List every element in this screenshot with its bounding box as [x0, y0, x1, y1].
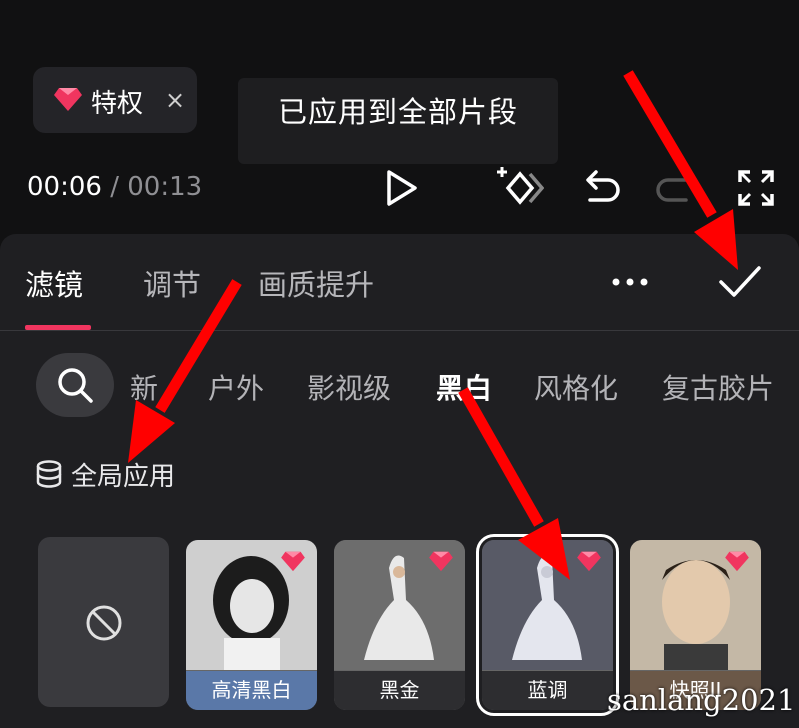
layers-icon: [36, 460, 62, 488]
category-new[interactable]: 新: [130, 367, 180, 407]
category-outdoor[interactable]: 户外: [208, 367, 264, 407]
none-icon: [86, 605, 122, 641]
filter-label: 黑金: [334, 671, 465, 710]
check-icon[interactable]: [717, 258, 763, 304]
more-icon[interactable]: [610, 272, 650, 292]
player-bar: 00:06 / 00:13: [0, 160, 799, 232]
privilege-label: 特权: [91, 89, 144, 119]
tab-divider: [0, 330, 799, 331]
undo-icon[interactable]: [576, 164, 624, 212]
total-time: 00:13: [127, 172, 203, 202]
toast: 已应用到全部片段: [238, 78, 558, 164]
global-apply-label: 全局应用: [71, 462, 176, 492]
time-display: 00:06 / 00:13: [27, 172, 202, 202]
time-separator: /: [110, 172, 119, 202]
filter-label: 蓝调: [482, 671, 613, 710]
filter-card-black-gold[interactable]: 黑金: [334, 540, 465, 710]
premium-gem-icon: [577, 551, 601, 572]
category-retro-film[interactable]: 复古胶片: [662, 367, 774, 407]
tab-quality-enhance[interactable]: 画质提升: [258, 262, 374, 304]
filter-card-blue-tone[interactable]: 蓝调: [476, 534, 619, 716]
current-time: 00:06: [27, 172, 102, 202]
tab-adjust[interactable]: 调节: [143, 262, 201, 304]
watermark: sanlang2021: [607, 683, 796, 717]
filter-none[interactable]: [38, 537, 169, 707]
premium-gem-icon: [429, 551, 453, 572]
search-button[interactable]: [36, 353, 114, 417]
filter-panel: 滤镜 调节 画质提升 新 户外 影视级 黑白 风格化 复古胶片 全局应用 高清黑…: [0, 234, 799, 728]
fullscreen-icon[interactable]: [732, 164, 780, 212]
premium-gem-icon: [725, 551, 749, 572]
category-cinematic[interactable]: 影视级: [307, 367, 391, 407]
tab-filters[interactable]: 滤镜: [25, 262, 83, 304]
gem-icon: [54, 88, 82, 111]
privilege-chip[interactable]: 特权 ×: [33, 67, 197, 133]
search-icon: [58, 368, 93, 403]
filter-label: 高清黑白: [186, 671, 317, 710]
premium-gem-icon: [281, 551, 305, 572]
category-black-white[interactable]: 黑白: [436, 367, 492, 407]
category-stylized[interactable]: 风格化: [534, 367, 618, 407]
redo-icon[interactable]: [652, 164, 700, 212]
play-icon[interactable]: [378, 164, 426, 212]
close-icon[interactable]: ×: [165, 86, 185, 114]
keyframe-icon[interactable]: [496, 164, 544, 212]
toast-text: 已应用到全部片段: [278, 95, 519, 129]
filter-card-hd-bw[interactable]: 高清黑白: [186, 540, 317, 710]
